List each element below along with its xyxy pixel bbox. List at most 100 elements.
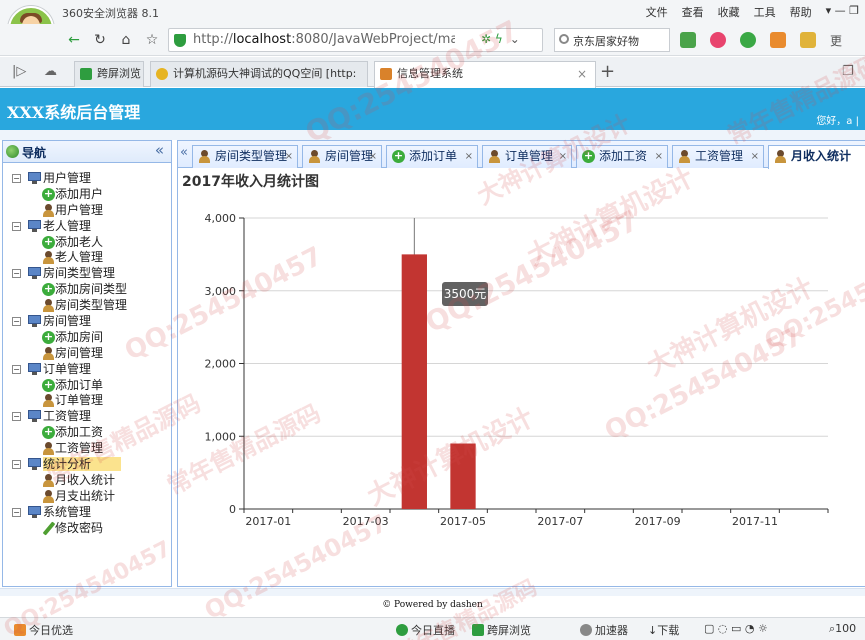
menu-tools[interactable]: 工具	[754, 4, 776, 20]
nav-item-1-1[interactable]: 老人管理	[3, 250, 171, 266]
menu-favorites[interactable]: 收藏	[718, 4, 740, 20]
expand-toggle-icon[interactable]: −	[12, 221, 21, 231]
star-icon[interactable]: ☆	[142, 30, 162, 50]
close-icon[interactable]: ×	[577, 62, 587, 86]
computer-icon	[28, 410, 41, 423]
close-icon[interactable]: ×	[559, 146, 567, 167]
zoom-level[interactable]: ⌕100	[829, 622, 856, 636]
nav-group-label: 房间管理	[43, 314, 92, 329]
close-icon[interactable]: ×	[655, 146, 663, 167]
app-grid-icon[interactable]	[680, 32, 696, 48]
url-input[interactable]: http://localhost:8080/JavaWebProject/mai…	[168, 28, 543, 52]
tab-cross-screen[interactable]: 跨屏浏览	[74, 61, 144, 87]
status-tool-icons[interactable]: ▢ ◌ ▭ ◔ ☼	[704, 622, 768, 635]
nav-item-0-0[interactable]: + 添加用户	[3, 187, 171, 203]
expand-toggle-icon[interactable]: −	[12, 364, 21, 374]
content-tab-0[interactable]: 房间类型管理 ×	[192, 145, 298, 168]
menu-view[interactable]: 查看	[682, 4, 704, 20]
extension-icon[interactable]	[710, 32, 726, 48]
url-text: http://localhost:8080/JavaWebProject/mai…	[193, 32, 455, 47]
nav-group-0[interactable]: − 用户管理	[3, 171, 171, 187]
nav-group-7[interactable]: − 系统管理	[3, 505, 171, 521]
nav-item-5-0[interactable]: + 添加工资	[3, 425, 171, 441]
tab-info-system[interactable]: 信息管理系统 ×	[374, 61, 596, 88]
content-tab-1[interactable]: 房间管理 ×	[302, 145, 382, 168]
cross-screen-browse[interactable]: 跨屏浏览	[472, 622, 531, 638]
cloud-icon[interactable]: ☁	[44, 64, 57, 79]
nav-group-4[interactable]: − 订单管理	[3, 362, 171, 378]
downloads[interactable]: ↓下载	[648, 622, 679, 638]
note-icon[interactable]	[800, 32, 816, 48]
user-icon	[42, 394, 55, 408]
nav-item-4-1[interactable]: 订单管理	[3, 393, 171, 409]
tab-qq-space[interactable]: 计算机源码大神调试的QQ空间 [http:	[150, 61, 368, 87]
nav-item-5-1[interactable]: 工资管理	[3, 441, 171, 457]
content-tab-5[interactable]: 工资管理 ×	[672, 145, 764, 168]
user-greeting[interactable]: 您好，a |	[816, 112, 859, 127]
expand-toggle-icon[interactable]: −	[12, 412, 21, 422]
home-icon[interactable]: ⌂	[116, 30, 136, 50]
tab-scroll-left-icon[interactable]: «	[180, 145, 188, 160]
url-action-icons[interactable]: ✲ ϟ ⌄	[481, 32, 520, 46]
nav-group-1[interactable]: − 老人管理	[3, 219, 171, 235]
nav-item-label: 添加订单	[55, 377, 104, 392]
tab-list-icon[interactable]: ❐	[842, 64, 854, 79]
content-tab-6[interactable]: 月收入统计	[768, 145, 865, 169]
nav-group-6[interactable]: − 统计分析	[3, 457, 171, 473]
close-icon[interactable]: ×	[285, 146, 293, 167]
expand-toggle-icon[interactable]: −	[12, 460, 21, 470]
money-icon[interactable]	[740, 32, 756, 48]
browser-titlebar: 360安全浏览器 8.1 文件 查看 收藏 工具 帮助 ▾ — ❐	[0, 0, 865, 24]
nav-group-3[interactable]: − 房间管理	[3, 314, 171, 330]
expand-toggle-icon[interactable]: −	[12, 317, 21, 327]
search-input[interactable]: 京东居家好物	[554, 28, 670, 52]
close-icon[interactable]: ×	[369, 146, 377, 167]
collapse-icon[interactable]: «	[155, 141, 164, 159]
nav-item-1-0[interactable]: + 添加老人	[3, 235, 171, 251]
nav-item-2-0[interactable]: + 添加房间类型	[3, 282, 171, 298]
accelerator[interactable]: 加速器	[580, 622, 628, 638]
content-tab-label: 添加工资	[599, 149, 648, 163]
more-label[interactable]: 更	[830, 32, 842, 49]
nav-group-label: 统计分析	[43, 457, 122, 472]
gift-icon	[14, 624, 26, 636]
nav-item-label: 修改密码	[55, 520, 104, 535]
nav-group-5[interactable]: − 工资管理	[3, 409, 171, 425]
new-tab-icon[interactable]: +	[600, 62, 615, 82]
content-tab-label: 添加订单	[409, 149, 458, 163]
window-controls[interactable]: ▾ — ❐	[826, 4, 859, 20]
back-icon[interactable]: ←	[64, 30, 84, 50]
close-icon[interactable]: ×	[465, 146, 473, 167]
content-tab-3[interactable]: 订单管理 ×	[482, 145, 572, 168]
today-live[interactable]: 今日直播	[396, 622, 455, 638]
user-icon	[198, 150, 211, 163]
nav-item-6-1[interactable]: 月支出统计	[3, 489, 171, 505]
nav-item-0-1[interactable]: 用户管理	[3, 203, 171, 219]
nav-item-4-0[interactable]: + 添加订单	[3, 378, 171, 394]
nav-item-7-0[interactable]: 修改密码	[3, 521, 171, 537]
menu-help[interactable]: 帮助	[790, 4, 812, 20]
nav-item-6-0[interactable]: 月收入统计	[3, 473, 171, 489]
nav-item-2-1[interactable]: 房间类型管理	[3, 298, 171, 314]
content-tab-2[interactable]: + 添加订单 ×	[386, 145, 478, 168]
x-tick-label: 2017-03	[343, 515, 389, 526]
nav-group-2[interactable]: − 房间类型管理	[3, 266, 171, 282]
ad-icon[interactable]	[770, 32, 786, 48]
nav-item-3-1[interactable]: 房间管理	[3, 346, 171, 362]
menu-file[interactable]: 文件	[646, 4, 668, 20]
today-picks[interactable]: 今日优选	[14, 622, 73, 638]
content-tab-4[interactable]: + 添加工资 ×	[576, 145, 668, 168]
expand-toggle-icon[interactable]: −	[12, 269, 21, 279]
nav-item-label: 房间类型管理	[55, 298, 128, 313]
globe-icon	[6, 145, 19, 158]
computer-icon	[28, 219, 41, 232]
close-icon[interactable]: ×	[751, 146, 759, 167]
expand-toggle-icon[interactable]: −	[12, 507, 21, 517]
expand-toggle-icon[interactable]: −	[12, 174, 21, 183]
sidebar-toggle-icon[interactable]: |▷	[12, 64, 26, 79]
nav-item-label: 添加工资	[55, 425, 104, 440]
content-tab-label: 房间管理	[325, 149, 374, 163]
income-bar-chart: 0 1,000 2,000 3,000 4,000 2017-01 2017-03 2017-…	[205, 212, 829, 526]
nav-item-3-0[interactable]: + 添加房间	[3, 330, 171, 346]
refresh-icon[interactable]: ↻	[90, 30, 110, 50]
